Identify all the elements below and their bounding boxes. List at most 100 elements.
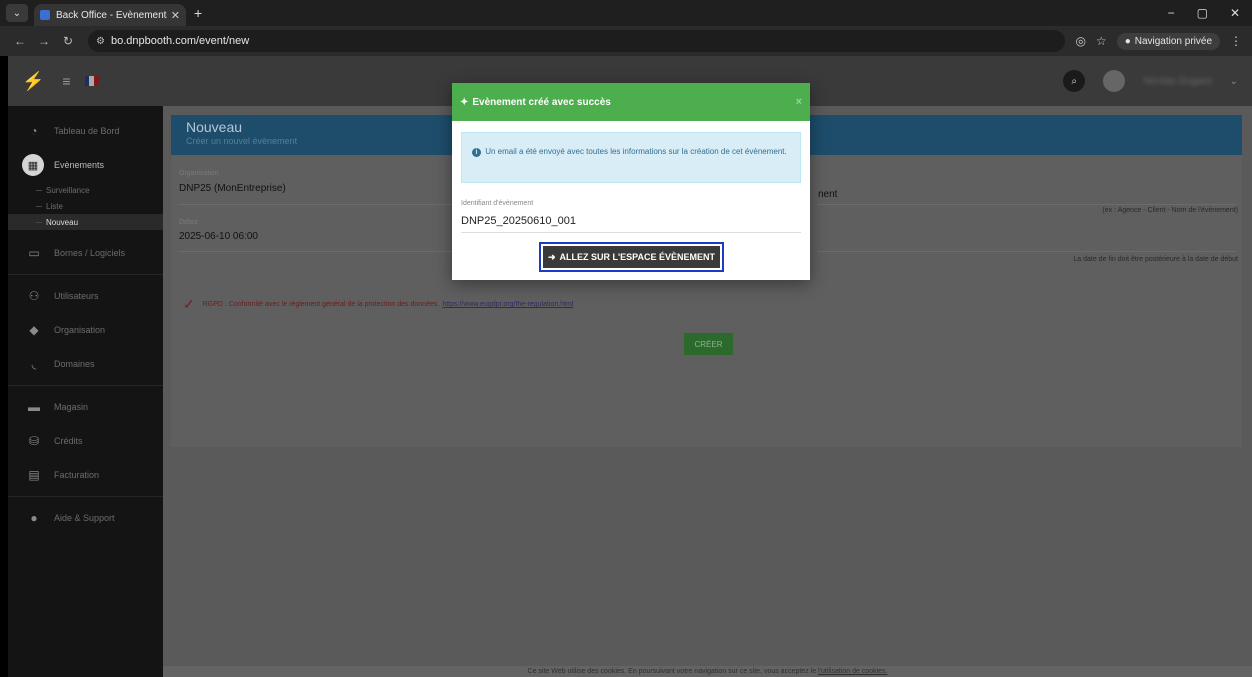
calendar-icon: ▦ <box>22 154 44 176</box>
tab-title: Back Office - Evènements : Nou <box>56 9 167 21</box>
go-to-event-space-label: ALLEZ SUR L'ESPACE ÉVÈNEMENT <box>559 252 716 262</box>
sidebar-item-kiosks[interactable]: ▭ Bornes / Logiciels <box>8 236 163 270</box>
end-date-hint: La date de fin doit être postérieure à l… <box>1073 256 1238 263</box>
event-name-field[interactable]: nent <box>818 189 837 200</box>
tracking-protection-icon[interactable]: ◎ <box>1075 34 1085 48</box>
browser-menu-icon[interactable]: ⋮ <box>1230 34 1242 48</box>
go-to-event-space-button[interactable]: ➜ ALLEZ SUR L'ESPACE ÉVÈNEMENT <box>539 242 724 272</box>
user-name[interactable]: Nicolas Dugard <box>1143 76 1211 87</box>
sidebar: ◔ Tableau de Bord ▦ Evènements Surveilla… <box>8 106 163 677</box>
url-text: bo.dnpbooth.com/event/new <box>110 35 250 47</box>
address-bar-actions: ◎ ☆ ● Navigation privée ⋮ <box>1075 32 1242 50</box>
flag-fr-icon[interactable] <box>84 76 99 86</box>
search-icon[interactable]: ⌕ <box>1063 70 1086 92</box>
organisation-field[interactable]: DNP25 (MonEntreprise) <box>179 183 286 194</box>
invoice-icon: ▤ <box>28 468 40 482</box>
sidebar-subitem-list[interactable]: Liste <box>8 198 163 214</box>
monitor-icon: ▭ <box>28 246 40 260</box>
sidebar-item-dashboard[interactable]: ◔ Tableau de Bord <box>8 114 163 148</box>
users-icon: ⚇ <box>28 289 40 303</box>
avatar[interactable] <box>1103 70 1126 92</box>
rss-icon: ◟ <box>31 357 37 371</box>
sidebar-item-domains[interactable]: ◟ Domaines <box>8 347 163 381</box>
store-icon: ▬ <box>28 400 40 414</box>
coins-icon: ⛁ <box>28 434 40 448</box>
field-underline <box>818 251 1236 252</box>
top-nav-right: ⌕ Nicolas Dugard ⌄ <box>1063 70 1252 92</box>
info-alert: i Un email a été envoyé avec toutes les … <box>461 132 801 183</box>
private-browsing-badge[interactable]: ● Navigation privée <box>1116 32 1220 50</box>
bookmark-star-icon[interactable]: ☆ <box>1096 34 1107 48</box>
sidebar-item-label: Tableau de Bord <box>54 126 120 136</box>
info-text: Un email a été envoyé avec toutes les in… <box>485 147 787 156</box>
cookie-text: Ce site Web utilise des cookies. En pour… <box>527 668 817 675</box>
sidebar-item-help[interactable]: ● Aide & Support <box>8 501 163 535</box>
sidebar-item-label: Utilisateurs <box>54 291 99 301</box>
tab-close-icon[interactable]: ✕ <box>171 9 180 22</box>
browser-tab-bar: ⌄ Back Office - Evènements : Nou ✕ + − ▢… <box>0 0 1252 26</box>
sidebar-item-users[interactable]: ⚇ Utilisateurs <box>8 279 163 313</box>
forward-arrow-icon[interactable]: → <box>34 34 54 48</box>
sidebar-item-organisation[interactable]: ◆ Organisation <box>8 313 163 347</box>
sidebar-divider <box>8 274 163 275</box>
tab-search-icon[interactable]: ⌄ <box>6 4 28 22</box>
minimize-icon[interactable]: − <box>1168 6 1175 20</box>
event-id-value: DNP25_20250610_001 <box>461 215 576 227</box>
sidebar-item-credits[interactable]: ⛁ Crédits <box>8 424 163 458</box>
back-arrow-icon[interactable]: ← <box>10 34 30 48</box>
lightning-logo-icon[interactable]: ⚡ <box>22 71 44 92</box>
field-underline <box>461 232 801 233</box>
rgpd-consent: ✓ RGPD : Conformité avec le règlement gé… <box>183 296 573 313</box>
sidebar-subitem-surveillance[interactable]: Surveillance <box>8 182 163 198</box>
incognito-icon: ● <box>1124 35 1131 47</box>
tags-icon: ◆ <box>29 323 39 337</box>
magic-wand-icon: ✦ <box>460 96 469 108</box>
sidebar-item-label: Bornes / Logiciels <box>54 248 126 258</box>
cookie-banner: Ce site Web utilise des cookies. En pour… <box>163 666 1252 677</box>
maximize-icon[interactable]: ▢ <box>1197 6 1208 20</box>
create-button[interactable]: CRÉER <box>684 333 733 355</box>
address-bar: ← → ↻ ⚙ bo.dnpbooth.com/event/new ◎ ☆ ● … <box>0 26 1252 56</box>
start-date-field[interactable]: 2025-06-10 06:00 <box>179 231 258 242</box>
site-settings-icon[interactable]: ⚙ <box>96 36 105 47</box>
info-icon: ● <box>30 511 38 525</box>
success-modal: ✦ Evènement créé avec succès × i Un emai… <box>452 83 810 280</box>
sidebar-item-label: Evènements <box>54 160 105 170</box>
info-icon: i <box>472 148 481 157</box>
browser-tab[interactable]: Back Office - Evènements : Nou ✕ <box>34 4 186 26</box>
chevron-down-icon[interactable]: ⌄ <box>1230 76 1238 87</box>
favicon-icon <box>40 10 50 20</box>
sidebar-item-label: Domaines <box>54 359 95 369</box>
cookie-link[interactable]: l'utilisation de cookies. <box>818 668 887 675</box>
private-label: Navigation privée <box>1134 35 1212 47</box>
new-tab-icon[interactable]: + <box>194 5 202 21</box>
checkmark-icon[interactable]: ✓ <box>183 296 195 313</box>
rgpd-text: RGPD : Conformité avec le règlement géné… <box>202 301 440 308</box>
sidebar-divider <box>8 496 163 497</box>
sidebar-item-label: Facturation <box>54 470 100 480</box>
url-input[interactable]: ⚙ bo.dnpbooth.com/event/new <box>88 30 1066 52</box>
sidebar-item-events[interactable]: ▦ Evènements <box>8 148 163 182</box>
close-icon[interactable]: × <box>796 96 802 108</box>
close-window-icon[interactable]: ✕ <box>1230 6 1240 20</box>
sidebar-item-label: Crédits <box>54 436 83 446</box>
dashboard-icon: ◔ <box>30 124 38 138</box>
event-id-label: Identifiant d'évènement <box>461 200 534 207</box>
sidebar-subitem-new[interactable]: Nouveau <box>8 214 163 230</box>
sidebar-item-billing[interactable]: ▤ Facturation <box>8 458 163 492</box>
organisation-label: Organisation <box>179 170 219 177</box>
sidebar-item-label: Magasin <box>54 402 89 412</box>
window-controls: − ▢ ✕ <box>1168 6 1252 20</box>
sidebar-item-label: Aide & Support <box>54 513 115 523</box>
hamburger-icon[interactable]: ≡ <box>62 73 70 89</box>
sign-in-icon: ➜ <box>547 251 556 262</box>
reload-icon[interactable]: ↻ <box>58 34 78 48</box>
sidebar-item-label: Organisation <box>54 325 106 335</box>
go-to-event-space-inner[interactable]: ➜ ALLEZ SUR L'ESPACE ÉVÈNEMENT <box>543 246 720 268</box>
start-date-label: Début <box>179 219 198 226</box>
sidebar-divider <box>8 385 163 386</box>
modal-header: ✦ Evènement créé avec succès × <box>452 83 810 121</box>
field-underline <box>818 204 1236 205</box>
sidebar-item-store[interactable]: ▬ Magasin <box>8 390 163 424</box>
rgpd-link[interactable]: https://www.eugdpr.org/the-regulation.ht… <box>442 301 573 308</box>
